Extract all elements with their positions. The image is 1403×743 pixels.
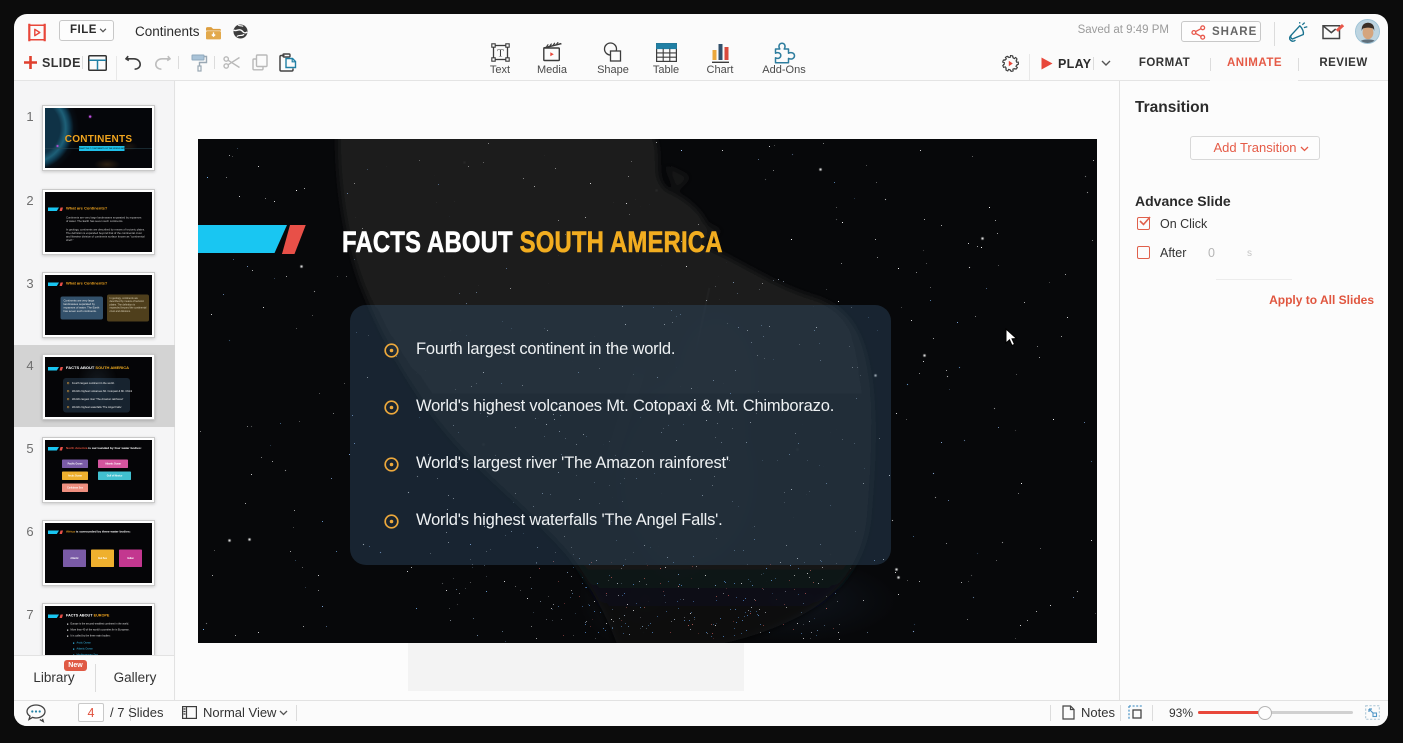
svg-text:T: T (497, 48, 504, 60)
